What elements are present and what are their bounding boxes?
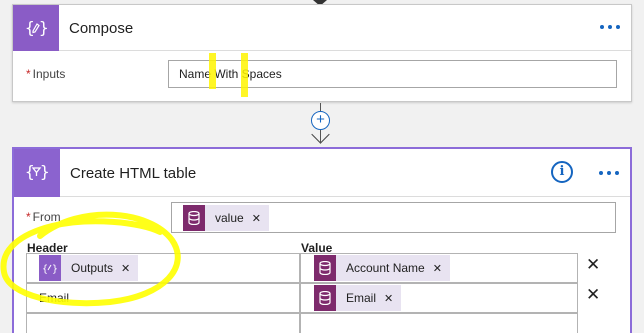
header-outputs-token[interactable]: {} Outputs ✕ <box>39 255 139 281</box>
header-cell-3[interactable] <box>26 313 300 333</box>
value-account-name-token[interactable]: Account Name ✕ <box>314 255 450 281</box>
token-label: Email <box>346 291 377 305</box>
html-table-more-icon[interactable] <box>599 171 619 175</box>
remove-token-close-icon[interactable]: ✕ <box>252 212 269 225</box>
token-label: Outputs <box>71 261 114 275</box>
svg-text:{: { <box>25 162 35 181</box>
create-html-table-icon: { } <box>14 149 60 197</box>
remove-token-close-icon[interactable]: ✕ <box>121 262 138 275</box>
svg-text:{: { <box>42 264 48 275</box>
inputs-label: * Inputs <box>26 67 66 81</box>
remove-token-close-icon[interactable]: ✕ <box>433 262 450 275</box>
highlighter-mark <box>241 53 248 97</box>
flow-designer-canvas: { } Compose * Inputs Name With Spaces + {… <box>0 0 644 333</box>
from-value-token[interactable]: value ✕ <box>183 205 269 231</box>
svg-text:}: } <box>39 18 48 37</box>
svg-text:}: } <box>52 264 58 275</box>
header-email-text: Email <box>39 291 70 305</box>
compose-title: Compose <box>69 20 134 37</box>
compose-icon: {} <box>39 255 61 281</box>
database-icon <box>314 255 336 281</box>
compose-action-card[interactable]: { } Compose * Inputs Name With Spaces <box>12 4 632 102</box>
compose-icon: { } <box>13 5 59 51</box>
html-table-card-header[interactable]: { } Create HTML table i <box>14 149 630 197</box>
from-label: * From <box>26 210 61 224</box>
connector-line <box>320 103 321 111</box>
token-label: Account Name <box>346 261 425 275</box>
delete-row-close-icon[interactable]: ✕ <box>586 285 600 305</box>
html-table-title: Create HTML table <box>70 165 197 182</box>
inputs-field[interactable]: Name With Spaces <box>168 60 617 88</box>
create-html-table-card[interactable]: { } Create HTML table i * From value ✕ He… <box>12 147 632 333</box>
compose-card-header[interactable]: { } Compose <box>13 5 631 51</box>
svg-text:}: } <box>40 162 49 181</box>
value-email-token[interactable]: Email ✕ <box>314 285 402 311</box>
inputs-value: Name With Spaces <box>179 67 282 81</box>
database-icon <box>314 285 336 311</box>
svg-text:{: { <box>25 18 35 37</box>
remove-token-close-icon[interactable]: ✕ <box>384 292 401 305</box>
token-label: value <box>215 211 244 225</box>
compose-more-icon[interactable] <box>600 25 620 29</box>
info-icon[interactable]: i <box>551 161 573 183</box>
delete-row-close-icon[interactable]: ✕ <box>586 255 600 275</box>
value-cell-3[interactable] <box>300 313 578 333</box>
highlighter-mark <box>209 53 216 89</box>
database-icon <box>183 205 205 231</box>
